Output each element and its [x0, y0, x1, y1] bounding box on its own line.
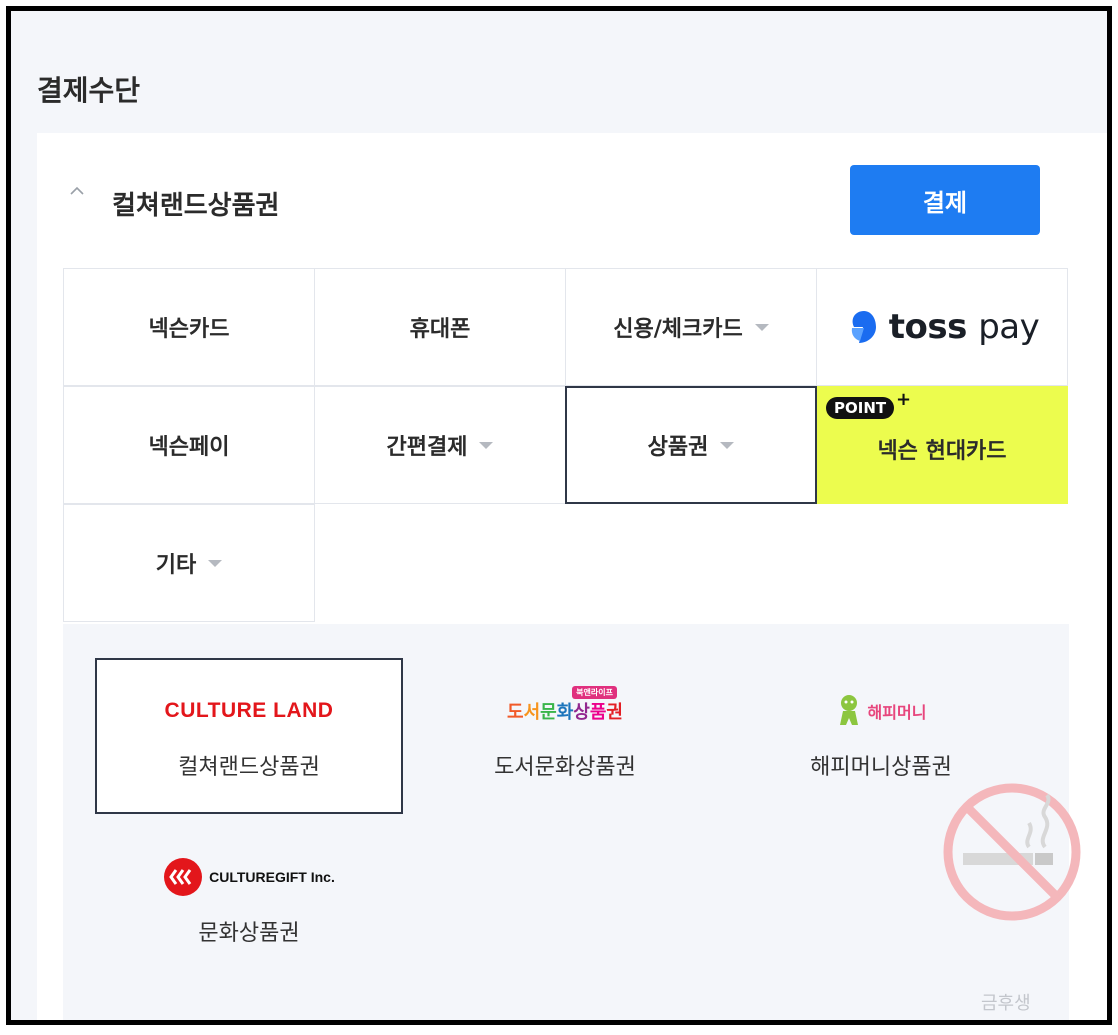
- toss-text-bold: toss: [888, 307, 968, 347]
- culture-gift-icon: [164, 858, 203, 896]
- toss-pay-logo: toss pay: [845, 307, 1040, 347]
- accordion-title: 컬쳐랜드상품권: [112, 191, 280, 221]
- method-other[interactable]: 기타: [63, 504, 315, 622]
- toss-text-light: pay: [978, 307, 1040, 347]
- happy-money-logo-text: 해피머니: [867, 703, 927, 722]
- caret-down-icon: [754, 323, 769, 331]
- pay-button[interactable]: 결제: [850, 165, 1040, 235]
- method-credit-card[interactable]: 신용/체크카드: [565, 268, 817, 386]
- book-logo-text: 도서문화상품권: [507, 702, 623, 723]
- method-label: 기타: [155, 553, 197, 578]
- point-badge: POINT: [826, 397, 895, 419]
- happy-money-mascot-icon: [839, 695, 858, 725]
- culture-gift-logo-text: CULTUREGIFT Inc.: [209, 869, 335, 885]
- voucher-culture-land[interactable]: CULTURE LAND 컬쳐랜드상품권: [95, 658, 403, 814]
- voucher-name: 도서문화상품권: [494, 755, 636, 780]
- payment-method-grid: 넥슨카드 휴대폰 신용/체크카드 toss pay 넥슨페이 간편결제 상품권 …: [63, 268, 1069, 624]
- point-plus: +: [896, 389, 912, 410]
- method-label: 상품권: [647, 435, 709, 460]
- voucher-list: CULTURE LAND 컬쳐랜드상품권 북앤라이프 도서문화상품권 도서문화상…: [63, 624, 1069, 1020]
- happy-money-logo: 해피머니: [836, 691, 927, 731]
- window-frame: 결제수단 컬쳐랜드상품권 결제 넥슨카드 휴대폰 신용/체크카드 toss pa…: [6, 6, 1112, 1025]
- book-culture-logo: 북앤라이프 도서문화상품권: [507, 686, 623, 731]
- method-label: 넥슨카드: [148, 317, 230, 342]
- culture-gift-logo: CULTUREGIFT Inc.: [163, 857, 335, 897]
- method-gift-card[interactable]: 상품권: [565, 386, 817, 504]
- page-title: 결제수단: [37, 74, 141, 107]
- chevron-up-icon[interactable]: [69, 183, 85, 199]
- voucher-name: 해피머니상품권: [810, 755, 952, 780]
- method-label: 신용/체크카드: [613, 317, 743, 342]
- voucher-name: 컬쳐랜드상품권: [178, 755, 320, 780]
- caret-down-icon: [208, 559, 223, 567]
- method-nexon-card[interactable]: 넥슨카드: [63, 268, 315, 386]
- watermark-text: 금후생: [981, 993, 1031, 1014]
- method-nexon-pay[interactable]: 넥슨페이: [63, 386, 315, 504]
- culture-land-logo: CULTURE LAND: [165, 691, 334, 731]
- method-easy-pay[interactable]: 간편결제: [314, 386, 566, 504]
- voucher-culture-gift[interactable]: CULTUREGIFT Inc. 문화상품권: [95, 824, 403, 980]
- voucher-book-culture[interactable]: 북앤라이프 도서문화상품권 도서문화상품권: [411, 658, 719, 814]
- method-mobile[interactable]: 휴대폰: [314, 268, 566, 386]
- caret-down-icon: [720, 441, 735, 449]
- method-label: 간편결제: [386, 435, 468, 460]
- caret-down-icon: [479, 441, 494, 449]
- no-smoking-icon: [943, 783, 1081, 921]
- book-logo-tag: 북앤라이프: [572, 686, 617, 699]
- method-toss-pay[interactable]: toss pay: [816, 268, 1068, 386]
- method-nexon-hyundai-card[interactable]: POINT + 넥슨 현대카드: [816, 386, 1068, 504]
- method-label: 넥슨 현대카드: [877, 439, 1007, 464]
- method-label: 휴대폰: [409, 317, 471, 342]
- method-label: 넥슨페이: [148, 435, 230, 460]
- voucher-name: 문화상품권: [198, 921, 300, 946]
- toss-icon: [851, 311, 876, 343]
- culture-land-logo-text: CULTURE LAND: [164, 699, 334, 722]
